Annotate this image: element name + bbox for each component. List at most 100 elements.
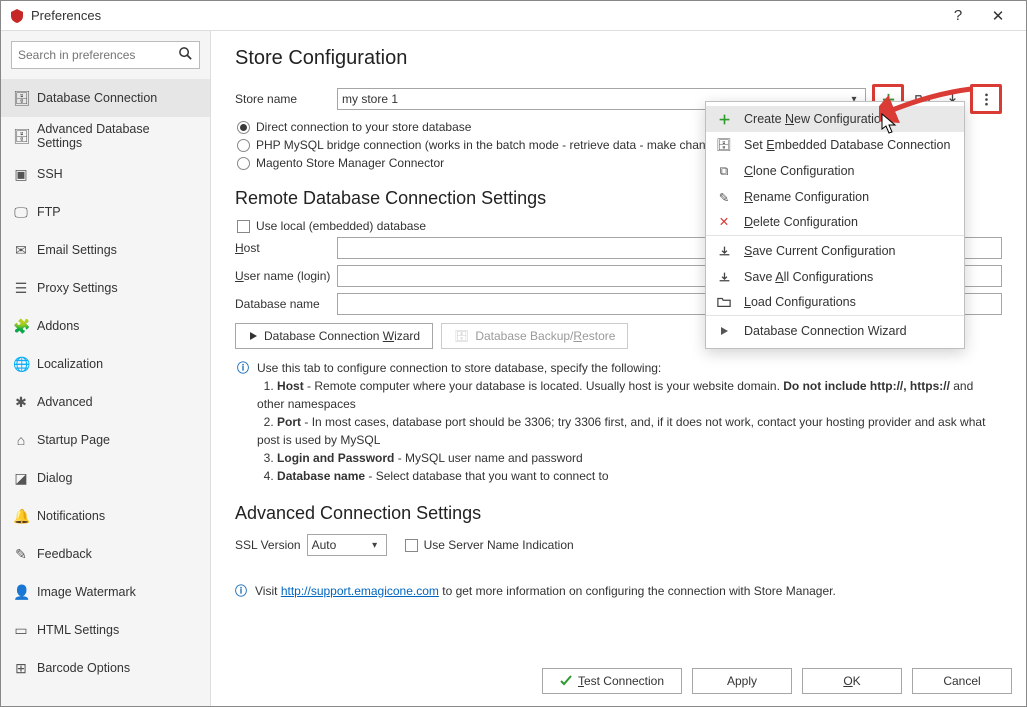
sidebar-item-barcode-options[interactable]: ⊞ Barcode Options bbox=[1, 649, 210, 687]
apply-button[interactable]: Apply bbox=[692, 668, 792, 694]
store-name-label: Store name bbox=[235, 92, 331, 106]
nav-icon: 🖵 bbox=[13, 204, 29, 221]
ssl-label: SSL Version bbox=[235, 538, 301, 552]
nav-label: Image Watermark bbox=[37, 585, 136, 599]
clone-icon: ⧉ bbox=[716, 164, 732, 179]
menu-set-embedded[interactable]: 🗄 Set Embedded Database Connection bbox=[706, 132, 964, 158]
dialog-footer: Test Connection Apply OK Cancel bbox=[211, 656, 1026, 706]
nav-label: Advanced bbox=[37, 395, 93, 409]
ssl-combo[interactable]: Auto▾ bbox=[307, 534, 387, 556]
info-block: ⓘ Use this tab to configure connection t… bbox=[235, 359, 1002, 485]
delete-icon: ✕ bbox=[716, 214, 732, 229]
info-icon: ⓘ bbox=[235, 582, 247, 599]
nav-label: Proxy Settings bbox=[37, 281, 118, 295]
plus-icon bbox=[716, 113, 732, 126]
nav-label: Localization bbox=[37, 357, 103, 371]
menu-rename[interactable]: ✎ Rename Configuration bbox=[706, 184, 964, 210]
nav-label: Advanced Database Settings bbox=[37, 122, 198, 150]
sidebar-item-notifications[interactable]: 🔔 Notifications bbox=[1, 497, 210, 535]
nav-label: FTP bbox=[37, 205, 61, 219]
visit-link-row: ⓘ Visit http://support.emagicone.com to … bbox=[235, 582, 1002, 599]
nav-icon: ✱ bbox=[13, 394, 29, 411]
test-connection-button[interactable]: Test Connection bbox=[542, 668, 682, 694]
save-all-icon bbox=[716, 271, 732, 284]
preferences-window: Preferences ? ✕ 🗄 Database Connection 🗄 Adv… bbox=[0, 0, 1027, 707]
host-label: Host bbox=[235, 241, 331, 255]
sidebar-item-localization[interactable]: 🌐 Localization bbox=[1, 345, 210, 383]
sidebar-item-addons[interactable]: 🧩Addons bbox=[1, 307, 210, 345]
menu-wizard[interactable]: Database Connection Wizard bbox=[706, 318, 964, 344]
sidebar-item-proxy-settings[interactable]: ☰ Proxy Settings bbox=[1, 269, 210, 307]
sidebar-item-advanced-database-settings[interactable]: 🗄 Advanced Database Settings bbox=[1, 117, 210, 155]
nav-label: SSH bbox=[37, 167, 63, 181]
nav-icon: 🌐 bbox=[13, 356, 29, 373]
sidebar-item-advanced[interactable]: ✱ Advanced bbox=[1, 383, 210, 421]
checkbox-icon bbox=[237, 220, 250, 233]
window-title: Preferences bbox=[31, 8, 101, 23]
nav-label: Barcode Options bbox=[37, 661, 130, 675]
radio-icon bbox=[237, 157, 250, 170]
sidebar-item-database-connection[interactable]: 🗄 Database Connection bbox=[1, 79, 210, 117]
nav-label: Email Settings bbox=[37, 243, 117, 257]
db-wizard-button[interactable]: Database Connection Wizard bbox=[235, 323, 433, 349]
help-button[interactable]: ? bbox=[938, 2, 978, 30]
sidebar-nav: 🗄 Database Connection 🗄 Advanced Database S… bbox=[1, 79, 210, 687]
sidebar-item-startup-page[interactable]: ⌂ Startup Page bbox=[1, 421, 210, 459]
sidebar-item-email-settings[interactable]: ✉ Email Settings bbox=[1, 231, 210, 269]
search-input[interactable] bbox=[11, 41, 200, 69]
nav-icon: ☰ bbox=[13, 280, 29, 297]
nav-icon: 🗄 bbox=[13, 128, 29, 145]
titlebar: Preferences ? ✕ bbox=[1, 1, 1026, 31]
sidebar-item-ftp[interactable]: 🖵 FTP bbox=[1, 193, 210, 231]
config-context-menu: Create New Configuration 🗄 Set Embedded … bbox=[705, 101, 965, 349]
db-label: Database name bbox=[235, 297, 331, 311]
sni-label: Use Server Name Indication bbox=[424, 538, 574, 552]
support-link[interactable]: http://support.emagicone.com bbox=[281, 584, 439, 598]
radio-icon bbox=[237, 139, 250, 152]
nav-icon: 🗄 bbox=[13, 90, 29, 107]
search-icon bbox=[177, 46, 193, 65]
ok-button[interactable]: OK bbox=[802, 668, 902, 694]
menu-save-all[interactable]: Save All Configurations bbox=[706, 264, 964, 290]
pencil-icon: ✎ bbox=[716, 190, 732, 205]
sni-checkbox[interactable] bbox=[405, 539, 418, 552]
nav-label: Startup Page bbox=[37, 433, 110, 447]
sidebar-item-dialog[interactable]: ◪Dialog bbox=[1, 459, 210, 497]
page-heading: Store Configuration bbox=[235, 47, 1002, 70]
sidebar-item-image-watermark[interactable]: 👤Image Watermark bbox=[1, 573, 210, 611]
sidebar-item-html-settings[interactable]: ▭ HTML Settings bbox=[1, 611, 210, 649]
menu-clone[interactable]: ⧉ Clone Configuration bbox=[706, 158, 964, 184]
nav-icon: ▭ bbox=[13, 622, 29, 639]
sidebar-item-feedback[interactable]: ✎ Feedback bbox=[1, 535, 210, 573]
menu-load[interactable]: Load Configurations bbox=[706, 290, 964, 316]
nav-label: Notifications bbox=[37, 509, 105, 523]
menu-save-current[interactable]: Save Current Configuration bbox=[706, 238, 964, 264]
advanced-heading: Advanced Connection Settings bbox=[235, 503, 1002, 524]
nav-label: Database Connection bbox=[37, 91, 157, 105]
sidebar-item-ssh[interactable]: ▣ SSH bbox=[1, 155, 210, 193]
play-icon bbox=[716, 326, 732, 336]
radio-icon bbox=[237, 121, 250, 134]
database-icon: 🗄 bbox=[716, 138, 732, 153]
nav-icon: ✉ bbox=[13, 242, 29, 259]
search-field[interactable] bbox=[18, 48, 177, 62]
nav-label: HTML Settings bbox=[37, 623, 119, 637]
nav-icon: ⊞ bbox=[13, 660, 29, 677]
nav-icon: ⌂ bbox=[13, 432, 29, 448]
more-options-button[interactable] bbox=[974, 88, 998, 110]
app-logo-icon bbox=[9, 8, 25, 24]
sidebar: 🗄 Database Connection 🗄 Advanced Database S… bbox=[1, 31, 211, 706]
menu-delete[interactable]: ✕ Delete Configuration bbox=[706, 210, 964, 236]
close-button[interactable]: ✕ bbox=[978, 2, 1018, 30]
info-icon: ⓘ bbox=[237, 359, 249, 485]
nav-icon: 🔔 bbox=[13, 508, 29, 525]
nav-icon: 🧩 bbox=[13, 318, 29, 335]
nav-label: Feedback bbox=[37, 547, 92, 561]
nav-icon: ✎ bbox=[13, 546, 29, 563]
nav-icon: ▣ bbox=[13, 166, 29, 183]
cancel-button[interactable]: Cancel bbox=[912, 668, 1012, 694]
nav-label: Dialog bbox=[37, 471, 72, 485]
menu-create-new[interactable]: Create New Configuration bbox=[706, 106, 964, 132]
main-panel: Store Configuration Store name my store … bbox=[211, 31, 1026, 706]
folder-open-icon bbox=[716, 295, 732, 309]
